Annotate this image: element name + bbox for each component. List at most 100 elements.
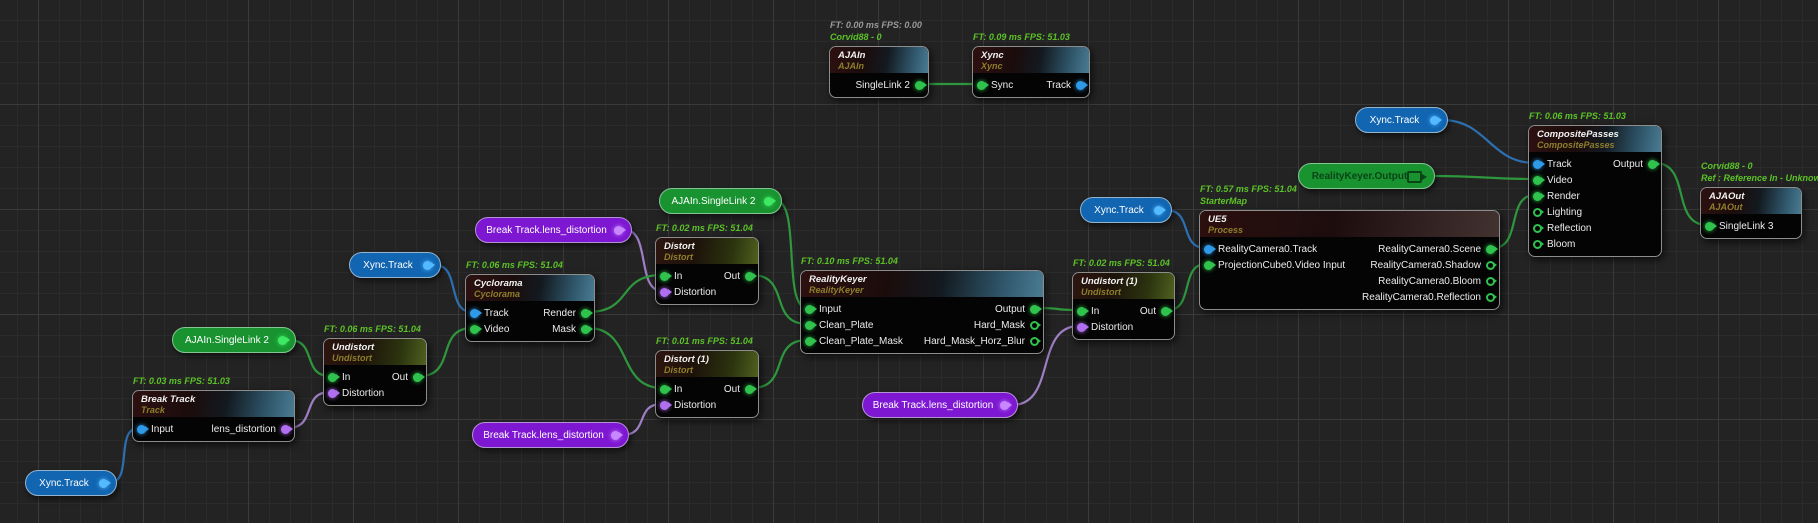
pill-break-track-lens-distortion-upper[interactable]: Break Track.lens_distortion <box>475 217 632 243</box>
annotation-line: FT: 0.57 ms FPS: 51.04 <box>1200 183 1297 195</box>
port-pin-blue[interactable] <box>137 425 146 434</box>
port-pin-green[interactable] <box>660 385 669 394</box>
port-pin-green[interactable] <box>328 373 337 382</box>
port-pin-green[interactable] <box>805 321 814 330</box>
hollow-port-pin-green[interactable] <box>1030 337 1039 346</box>
port-row: VideoMask <box>466 321 594 337</box>
port-pin-blue[interactable] <box>1204 245 1213 254</box>
node-ajain[interactable]: AJAInAJAIn SingleLink 2 <box>829 46 929 98</box>
node-title: AJAIn <box>838 50 920 61</box>
wire-blue[interactable] <box>1442 120 1535 163</box>
port-label: Lighting <box>1547 207 1582 218</box>
port-pin-blue[interactable] <box>470 309 479 318</box>
hollow-port-pin-green[interactable] <box>1030 321 1039 330</box>
node-break-track[interactable]: Break TrackTrackInputlens_distortion <box>132 390 295 442</box>
pill-xync-track-bottom-left[interactable]: Xync.Track <box>25 470 117 496</box>
port-pin-green[interactable] <box>1486 245 1495 254</box>
input-group: Track <box>1535 159 1572 170</box>
wire-green[interactable] <box>588 328 662 388</box>
port-pin-green[interactable] <box>1705 222 1714 231</box>
port-pin-blue[interactable] <box>1533 160 1542 169</box>
node-distort-1[interactable]: Distort (1)DistortInOutDistortion <box>655 350 759 418</box>
port-pin-purple[interactable] <box>660 401 669 410</box>
hollow-port-pin-green[interactable] <box>1533 208 1542 217</box>
pill-port-pin-blue[interactable] <box>99 479 108 488</box>
hollow-port-pin-green[interactable] <box>1486 277 1495 286</box>
hollow-port-pin-green[interactable] <box>1486 293 1495 302</box>
output-group: Output <box>995 304 1037 315</box>
port-pin-purple[interactable] <box>281 425 290 434</box>
node-cyclorama[interactable]: CycloramaCycloramaTrackRenderVideoMask <box>465 274 595 342</box>
pill-port-pin-green[interactable] <box>764 197 773 206</box>
wire-green[interactable] <box>752 340 807 388</box>
wire-green[interactable] <box>752 275 807 324</box>
pill-port-pin-blue[interactable] <box>1430 116 1439 125</box>
port-pin-green[interactable] <box>1077 307 1086 316</box>
port-pin-green[interactable] <box>977 81 986 90</box>
pill-port-pin-blue[interactable] <box>423 261 432 270</box>
pill-xync-track-ue5[interactable]: Xync.Track <box>1080 197 1172 223</box>
pill-realitykeyer-output[interactable]: RealityKeyer.Output <box>1298 163 1435 189</box>
port-pin-green[interactable] <box>745 385 754 394</box>
node-realitykeyer[interactable]: RealityKeyerRealityKeyerInputOutputClean… <box>800 270 1044 354</box>
node-ajaout[interactable]: AJAOutAJAOutSingleLink 3 <box>1700 187 1802 239</box>
node-subtitle: AJAOut <box>1709 202 1793 212</box>
port-pin-green[interactable] <box>1648 160 1657 169</box>
port-label: Track <box>1547 159 1572 170</box>
pill-port-pin-green[interactable] <box>278 336 287 345</box>
hollow-port-pin-green[interactable] <box>1486 261 1495 270</box>
pill-ajain-singlelink2-left[interactable]: AJAIn.SingleLink 2 <box>172 327 296 353</box>
port-pin-blue[interactable] <box>1076 81 1085 90</box>
pill-break-track-lens-distortion-bottom[interactable]: Break Track.lens_distortion <box>862 392 1018 418</box>
port-pin-green[interactable] <box>581 325 590 334</box>
port-pin-green[interactable] <box>805 337 814 346</box>
pill-break-track-lens-distortion-lower[interactable]: Break Track.lens_distortion <box>472 422 629 448</box>
pill-xync-track-mid-left[interactable]: Xync.Track <box>349 252 441 278</box>
hollow-port-pin-green[interactable] <box>1533 224 1542 233</box>
port-pin-green[interactable] <box>1533 192 1542 201</box>
port-pin-purple[interactable] <box>660 288 669 297</box>
port-pin-green[interactable] <box>1161 307 1170 316</box>
node-compositepasses[interactable]: CompositePassesCompositePassesTrackOutpu… <box>1528 125 1662 257</box>
node-annotation: FT: 0.01 ms FPS: 51.04 <box>656 335 753 347</box>
port-row: Distortion <box>324 385 426 401</box>
node-title: RealityKeyer <box>809 274 1035 285</box>
port-pin-green[interactable] <box>805 305 814 314</box>
port-pin-green[interactable] <box>1030 305 1039 314</box>
port-row: InputOutput <box>801 301 1043 317</box>
port-row: InOut <box>324 369 426 385</box>
port-row: SingleLink 2 <box>830 77 928 93</box>
port-pin-green[interactable] <box>915 81 924 90</box>
pill-port-pin-purple[interactable] <box>614 226 623 235</box>
node-distort[interactable]: DistortDistortInOutDistortion <box>655 237 759 305</box>
port-pin-green[interactable] <box>745 272 754 281</box>
node-undistort-1[interactable]: Undistort (1)UndistortInOutDistortion <box>1072 272 1175 340</box>
node-xync[interactable]: XyncXyncSyncTrack <box>972 46 1090 98</box>
pill-label: Break Track.lens_distortion <box>873 400 994 411</box>
port-pin-green[interactable] <box>470 325 479 334</box>
output-group: RealityCamera0.Reflection <box>1362 292 1493 303</box>
port-pin-green[interactable] <box>413 373 422 382</box>
wire-green[interactable] <box>1435 176 1535 179</box>
node-graph-canvas[interactable]: AJAInAJAInSingleLink 2FT: 0.00 ms FPS: 0… <box>0 0 1818 523</box>
port-label: Output <box>995 304 1025 315</box>
hollow-port-pin-green[interactable] <box>1533 240 1542 249</box>
node-ue5[interactable]: UE5ProcessRealityCamera0.TrackRealityCam… <box>1199 210 1500 310</box>
port-row: RealityCamera0.TrackRealityCamera0.Scene <box>1200 241 1499 257</box>
port-pin-purple[interactable] <box>328 389 337 398</box>
node-subtitle: AJAIn <box>838 61 920 71</box>
port-label: Out <box>392 372 408 383</box>
port-row: InOut <box>1073 303 1174 319</box>
pill-xync-track-top-right[interactable]: Xync.Track <box>1355 107 1448 133</box>
port-pin-purple[interactable] <box>1077 323 1086 332</box>
port-pin-green[interactable] <box>1204 261 1213 270</box>
port-pin-green[interactable] <box>660 272 669 281</box>
node-undistort[interactable]: UndistortUndistortInOutDistortion <box>323 338 427 406</box>
wire-green[interactable] <box>588 275 662 312</box>
pill-ajain-singlelink2-top[interactable]: AJAIn.SingleLink 2 <box>659 188 782 214</box>
port-pin-green[interactable] <box>581 309 590 318</box>
pill-port-pin-purple[interactable] <box>1000 401 1009 410</box>
port-pin-green[interactable] <box>1533 176 1542 185</box>
pill-port-pin-purple[interactable] <box>611 431 620 440</box>
pill-port-pin-blue[interactable] <box>1154 206 1163 215</box>
